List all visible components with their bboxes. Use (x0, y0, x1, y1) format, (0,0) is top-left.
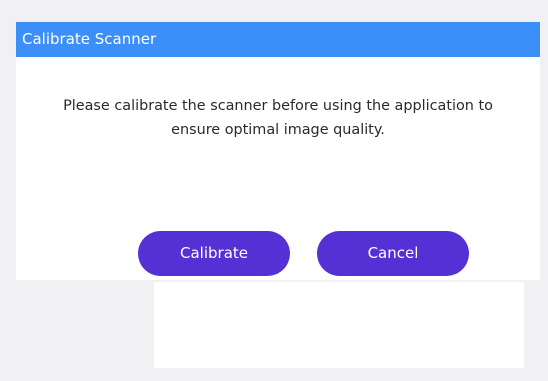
calibrate-scanner-dialog: Calibrate Scanner Please calibrate the s… (16, 22, 540, 280)
background-panel (154, 282, 524, 368)
cancel-button-label: Cancel (367, 244, 419, 262)
calibrate-button-label: Calibrate (180, 244, 248, 262)
dialog-message-line-1: Please calibrate the scanner before usin… (63, 98, 493, 114)
dialog-message-line-2: ensure optimal image quality. (171, 122, 385, 138)
dialog-title: Calibrate Scanner (22, 30, 157, 48)
calibrate-button[interactable]: Calibrate (138, 231, 290, 276)
dialog-titlebar: Calibrate Scanner (16, 22, 540, 57)
dialog-message: Please calibrate the scanner before usin… (16, 94, 540, 142)
cancel-button[interactable]: Cancel (317, 231, 469, 276)
